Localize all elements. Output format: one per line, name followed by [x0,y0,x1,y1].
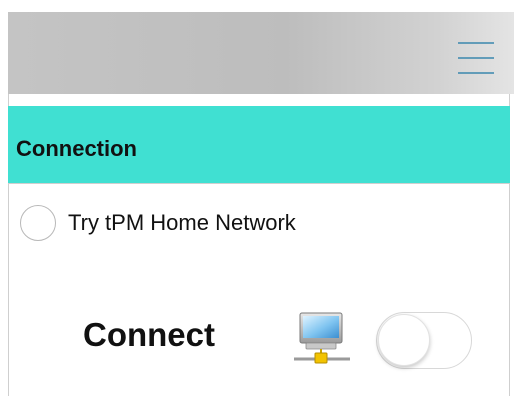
top-bar [8,12,514,94]
radio-label: Try tPM Home Network [68,210,296,235]
app-frame: Connection Try tPM Home Network Connect [0,0,514,396]
connect-label: Connect [83,316,215,353]
try-home-network-option[interactable]: Try tPM Home Network [20,203,296,243]
network-computer-icon [292,311,352,365]
hamburger-menu-icon [458,42,494,74]
toggle-knob[interactable] [378,314,430,366]
section-title: Connection [16,136,137,161]
menu-button[interactable] [456,40,496,78]
section-header: Connection [8,106,510,184]
connect-toggle[interactable] [376,312,472,369]
radio-button[interactable] [20,205,56,241]
